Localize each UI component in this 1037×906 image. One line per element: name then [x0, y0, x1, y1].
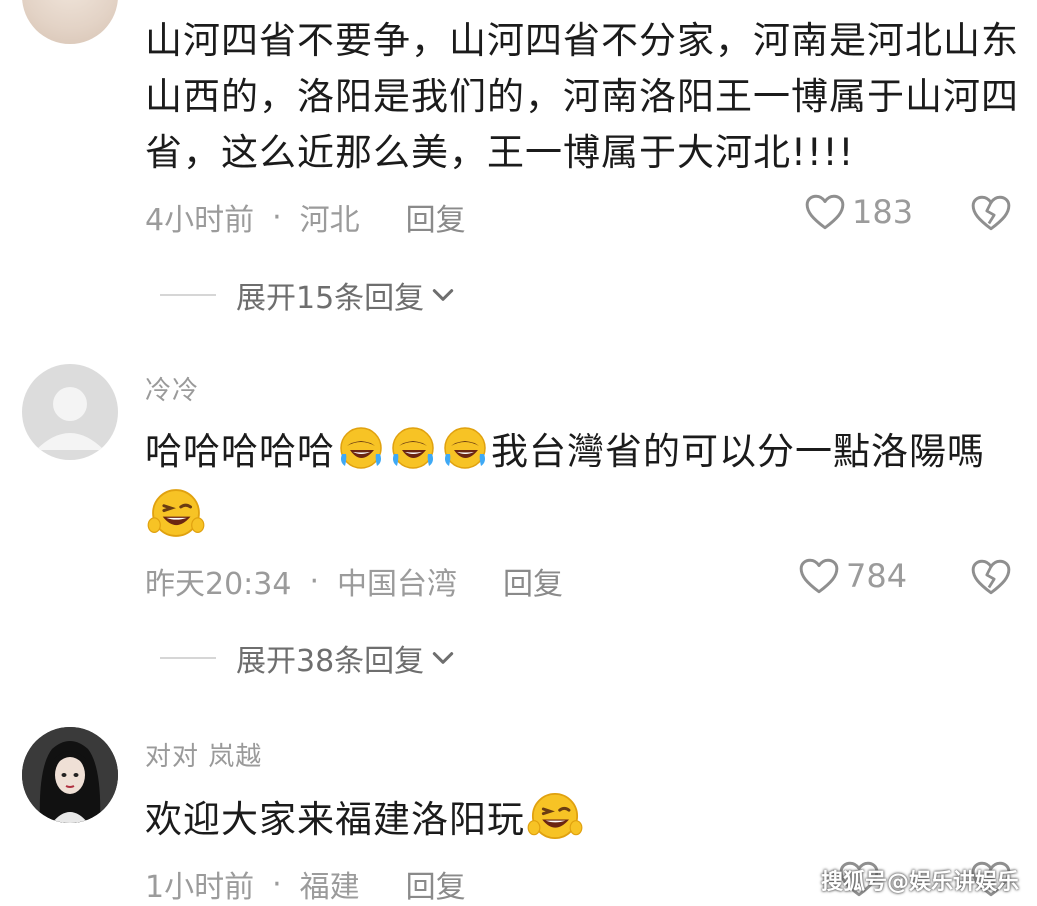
reply-button[interactable]: 回复: [406, 862, 466, 906]
default-avatar-icon: [36, 387, 104, 450]
expand-replies-button[interactable]: 展开15条回复: [160, 273, 456, 317]
location-label: 中国台湾: [337, 567, 458, 602]
location-label: 福建: [299, 870, 360, 905]
avatar[interactable]: [22, 364, 118, 460]
like-count: 784: [846, 557, 908, 595]
rofl-emoji: [337, 424, 385, 472]
reply-button[interactable]: 回复: [406, 195, 466, 239]
avatar[interactable]: [22, 0, 118, 44]
comment-text: 山河四省不要争，山河四省不分家，河南是河北山东 山西的，洛阳是我们的，河南洛阳王…: [145, 13, 1020, 181]
expand-replies-label: 展开38条回复: [236, 644, 425, 679]
divider-line: [160, 294, 216, 296]
username[interactable]: 冷冷: [145, 370, 199, 407]
heart-outline-icon: [798, 557, 840, 595]
comment-line: 省，这么近那么美，王一博属于大河北!!!!: [145, 131, 855, 174]
separator-dot: ·: [309, 563, 320, 599]
wink-grin-emoji: [527, 788, 583, 844]
expand-replies-button[interactable]: 展开38条回复: [160, 636, 456, 680]
broken-heart-icon[interactable]: [970, 194, 1012, 232]
separator-dot: ·: [272, 866, 282, 902]
wink-grin-emoji: [147, 484, 205, 542]
comment-text: 哈哈哈哈哈 我台灣省的可以分一點洛陽嗎: [145, 424, 1020, 550]
comment-text: 欢迎大家来福建洛阳玩: [145, 788, 1020, 848]
broken-heart-icon[interactable]: [970, 558, 1012, 596]
timestamp: 昨天20:34: [145, 567, 292, 602]
divider-line: [160, 657, 216, 659]
expand-replies-label: 展开15条回复: [236, 281, 425, 316]
location-label: 河北: [299, 203, 360, 238]
username[interactable]: 对对 岚越: [145, 736, 262, 773]
comment-meta: 4小时前 · 河北 回复: [145, 195, 466, 239]
comment-text-start: 哈哈哈哈哈: [145, 430, 335, 473]
heart-outline-icon: [804, 193, 846, 231]
avatar[interactable]: [22, 727, 118, 823]
timestamp: 4小时前: [145, 203, 255, 238]
rofl-emoji: [389, 424, 437, 472]
comment-line: 山西的，洛阳是我们的，河南洛阳王一博属于山河四: [145, 75, 1019, 118]
reply-button[interactable]: 回复: [503, 559, 563, 603]
comment-text-start: 欢迎大家来福建洛阳玩: [145, 798, 525, 841]
comment-meta: 昨天20:34 · 中国台湾 回复: [145, 559, 563, 603]
like-button[interactable]: 183: [804, 193, 913, 231]
chevron-down-icon: [430, 645, 456, 671]
comment-line: 山河四省不要争，山河四省不分家，河南是河北山东: [145, 19, 1019, 62]
rofl-emoji: [441, 424, 489, 472]
chevron-down-icon: [430, 282, 456, 308]
separator-dot: ·: [272, 199, 282, 235]
comment-meta: 1小时前 · 福建 回复: [145, 862, 466, 906]
like-button[interactable]: 784: [798, 557, 907, 595]
timestamp: 1小时前: [145, 870, 255, 905]
like-count: 183: [852, 193, 914, 231]
watermark: 搜狐号@娱乐讲娱乐: [820, 870, 1019, 895]
avatar-portrait: [22, 727, 118, 823]
comment-text-end: 我台灣省的可以分一點洛陽嗎: [491, 430, 985, 473]
